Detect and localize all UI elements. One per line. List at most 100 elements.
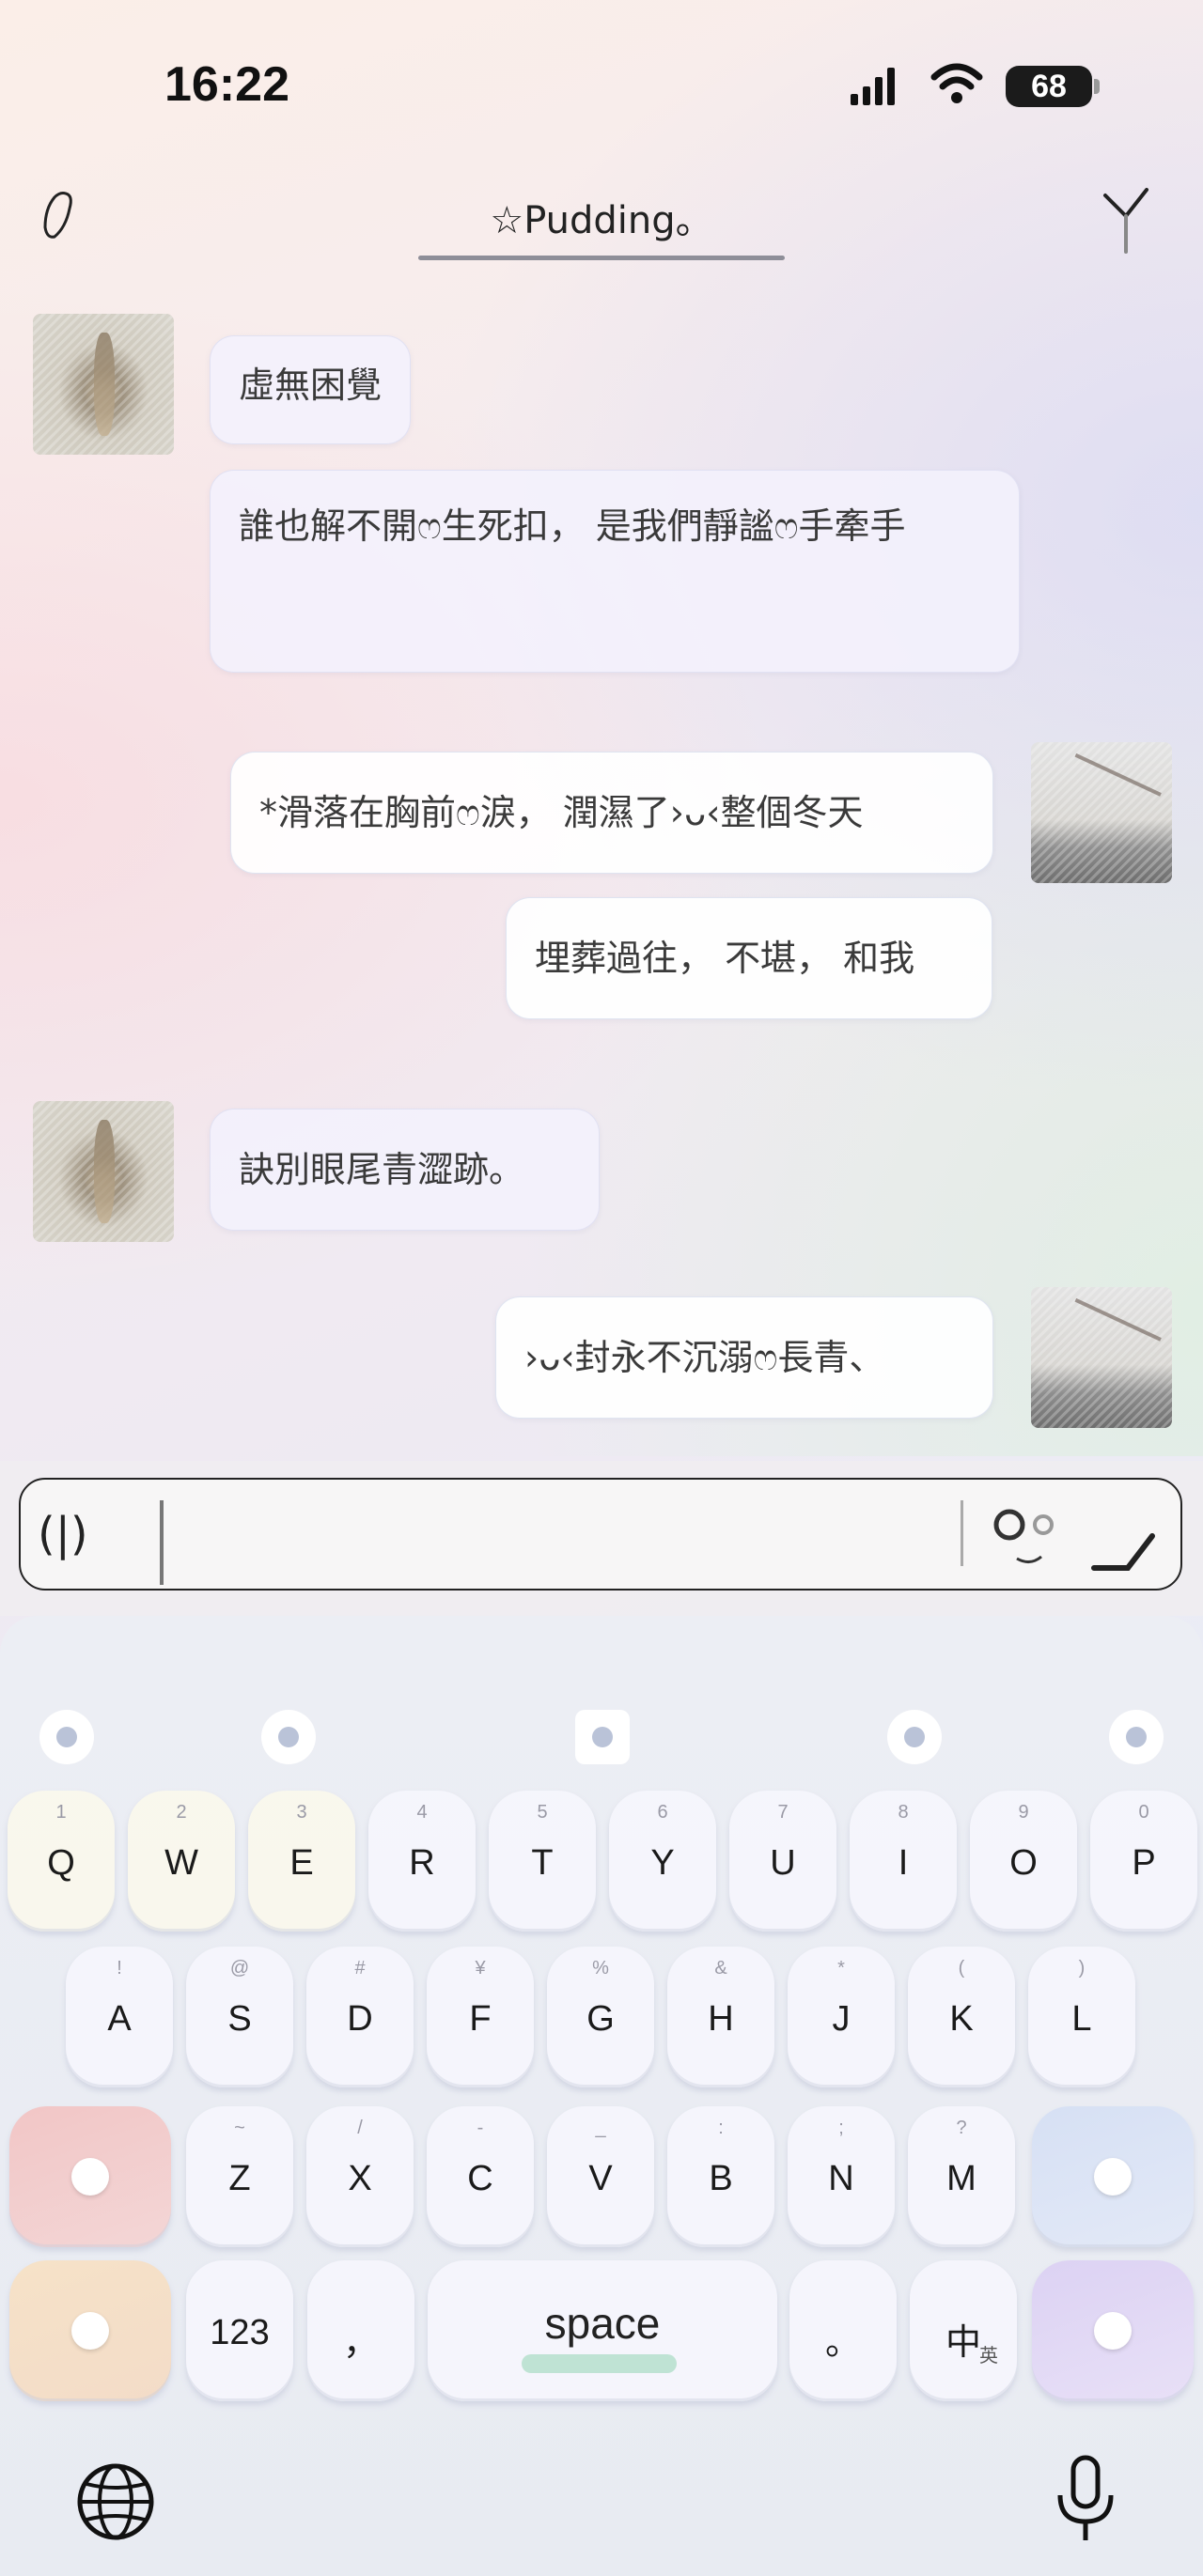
message-bubble[interactable]: ›ᴗ‹封永不沉溺ෆ長青、 (495, 1296, 993, 1419)
message-bubble[interactable]: 訣別眼尾青澀跡。 (210, 1109, 600, 1231)
message-bubble[interactable]: 埋葬過往， 不堪， 和我 (506, 897, 992, 1019)
key-c[interactable]: -C (427, 2106, 534, 2247)
key-n[interactable]: ; N (788, 2106, 895, 2247)
key-o[interactable]: 9O (970, 1791, 1077, 1932)
comma-key[interactable]: ， (307, 2260, 414, 2401)
key-x[interactable]: / X (306, 2106, 414, 2247)
language-key-sub: 英 (979, 2346, 998, 2367)
send-icon[interactable] (1090, 1517, 1156, 1574)
key-r[interactable]: 4R (368, 1791, 476, 1932)
key-e[interactable]: 3E (248, 1791, 355, 1932)
key-a[interactable]: ! A (66, 1947, 173, 2087)
message-input[interactable]: (|) (19, 1478, 1182, 1591)
numbers-key[interactable]: 123 (186, 2260, 293, 2401)
return-key[interactable] (1032, 2260, 1194, 2401)
message-text: 埋葬過往， 不堪， 和我 (535, 938, 915, 979)
key-hint: 1 (55, 1802, 67, 1823)
key-label: T (531, 1843, 554, 1883)
text-cursor (160, 1500, 164, 1585)
title-underline (418, 256, 785, 260)
shift-key[interactable] (9, 2106, 171, 2247)
key-label: Q (47, 1843, 75, 1883)
chat-title[interactable]: ☆Pudding。 (0, 190, 1203, 244)
emoji-icon[interactable] (989, 1500, 1073, 1575)
key-label: J (832, 1999, 851, 2039)
key-q[interactable]: 1Q (8, 1791, 115, 1932)
key-label: U (770, 1843, 796, 1883)
toolbar-button-4[interactable] (887, 1710, 942, 1764)
key-h[interactable]: & H (667, 1947, 774, 2087)
key-k[interactable]: (K (908, 1947, 1015, 2087)
period-key[interactable]: 。 (789, 2260, 897, 2401)
key-p[interactable]: 0P (1090, 1791, 1197, 1932)
key-b[interactable]: :B (667, 2106, 774, 2247)
key-l[interactable]: ) L (1028, 1947, 1135, 2087)
key-g[interactable]: % G (547, 1947, 654, 2087)
space-accent (522, 2354, 677, 2373)
key-hint: _ (595, 2118, 606, 2138)
keyboard-toolbar (0, 1616, 1203, 1764)
chat-header: ☆Pudding。 (0, 169, 1203, 272)
key-hint: * (837, 1958, 845, 1979)
key-f[interactable]: ¥ F (427, 1947, 534, 2087)
globe-icon[interactable] (75, 2461, 156, 2542)
message-text: 誰也解不開ෆ生死扣， 是我們靜謐ෆ手牽手 (239, 505, 906, 547)
toolbar-button-3[interactable] (575, 1710, 630, 1764)
my-avatar[interactable] (1031, 1287, 1172, 1428)
key-hint: @ (229, 1958, 250, 1979)
key-hint: 7 (777, 1802, 789, 1823)
message-bubble[interactable]: 誰也解不開ෆ生死扣， 是我們靜謐ෆ手牽手 (210, 470, 1020, 673)
status-bar: 16:22 68 (0, 0, 1203, 169)
key-hint: & (714, 1958, 727, 1979)
space-key-label: space (544, 2299, 661, 2348)
emoji-key[interactable] (9, 2260, 171, 2401)
language-key[interactable]: 中 英 (910, 2260, 1017, 2401)
message-text: 訣別眼尾青澀跡。 (239, 1149, 525, 1190)
key-t[interactable]: 5T (489, 1791, 596, 1932)
key-m[interactable]: ? M (908, 2106, 1015, 2247)
period-key-label: 。 (824, 2323, 861, 2363)
battery-icon: 68 (1006, 66, 1092, 107)
my-avatar[interactable] (1031, 742, 1172, 883)
key-hint: ~ (234, 2118, 245, 2138)
key-hint: : (718, 2118, 724, 2138)
key-d[interactable]: # D (306, 1947, 414, 2087)
key-label: K (949, 1999, 974, 2039)
toolbar-button-1[interactable] (39, 1710, 94, 1764)
key-hint: ( (958, 1958, 965, 1979)
key-label: X (348, 2159, 372, 2198)
space-key[interactable]: space (428, 2260, 777, 2401)
more-options-icon[interactable] (1101, 186, 1150, 254)
key-i[interactable]: 8I (850, 1791, 957, 1932)
key-s[interactable]: @ S (186, 1947, 293, 2087)
key-hint: 0 (1138, 1802, 1149, 1823)
key-j[interactable]: * J (788, 1947, 895, 2087)
keyboard: 123 ， space 。 中 英 1 Q 2 W 3 E 4 R 5 T 6 Y 7 U 8 I 9 O 0 P! A… (0, 1616, 1203, 2576)
key-u[interactable]: 7U (729, 1791, 836, 1932)
key-hint: ? (956, 2118, 967, 2138)
key-label: L (1071, 1999, 1092, 2039)
contact-avatar[interactable] (33, 314, 174, 455)
key-hint: / (357, 2118, 363, 2138)
toolbar-button-2[interactable] (261, 1710, 316, 1764)
return-icon (1094, 2312, 1132, 2350)
backspace-key[interactable] (1032, 2106, 1194, 2247)
key-y[interactable]: 6Y (609, 1791, 716, 1932)
message-text: 虛無困覺 (239, 365, 383, 406)
contact-avatar[interactable] (33, 1101, 174, 1242)
key-hint: 5 (537, 1802, 548, 1823)
key-label: M (946, 2159, 976, 2198)
message-bubble[interactable]: 虛無困覺 (210, 335, 412, 444)
sparkle-icon (71, 2312, 109, 2350)
key-hint: 9 (1018, 1802, 1029, 1823)
key-label: V (588, 2159, 613, 2198)
language-key-label: 中 (945, 2323, 981, 2363)
key-z[interactable]: ~ Z (186, 2106, 293, 2247)
microphone-icon[interactable] (1053, 2454, 1118, 2544)
key-v[interactable]: _ V (547, 2106, 654, 2247)
toolbar-button-5[interactable] (1109, 1710, 1164, 1764)
key-w[interactable]: 2W (128, 1791, 235, 1932)
message-bubble[interactable]: *滑落在胸前ෆ淚， 潤濕了›ᴗ‹整個冬天 (230, 752, 993, 874)
key-label: E (289, 1843, 314, 1883)
input-divider (961, 1500, 963, 1566)
